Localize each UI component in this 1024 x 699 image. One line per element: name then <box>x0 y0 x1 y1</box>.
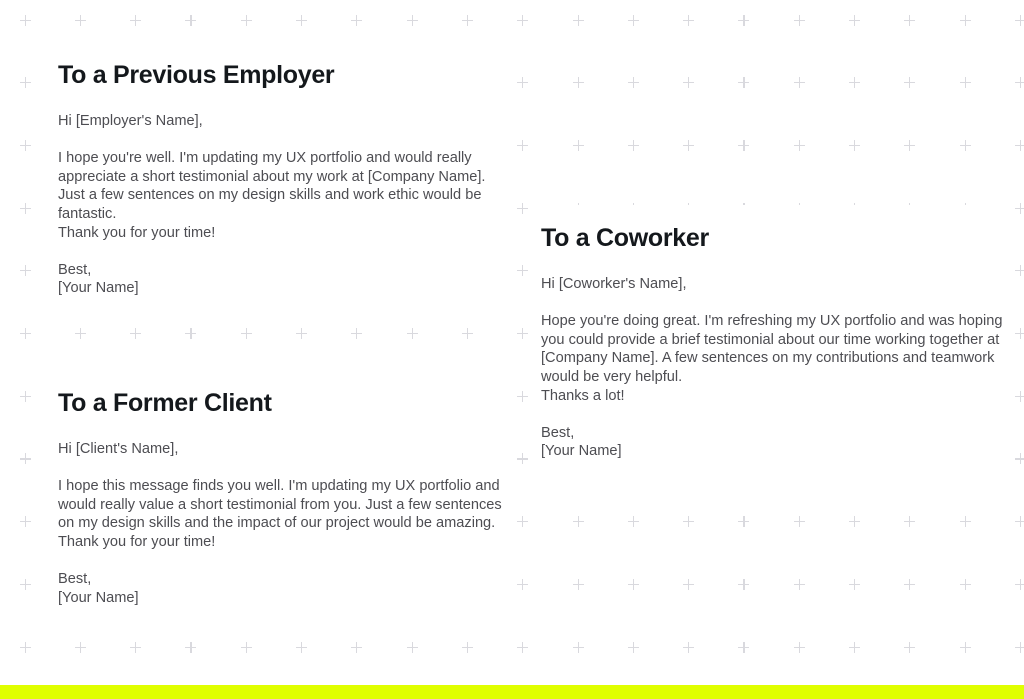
letter-card-coworker: To a Coworker Hi [Coworker's Name], Hope… <box>533 205 1003 495</box>
letter-greeting-former-client: Hi [Client's Name], <box>58 441 179 457</box>
letter-title-previous-employer: To a Previous Employer <box>58 61 335 89</box>
letter-card-previous-employer: To a Previous Employer Hi [Employer's Na… <box>50 42 502 304</box>
letter-title-former-client: To a Former Client <box>58 389 272 417</box>
letter-signoff-coworker: Best, [Your Name] <box>541 424 622 460</box>
bottom-accent-bar <box>0 685 1024 699</box>
letter-body-coworker: Hope you're doing great. I'm refreshing … <box>541 313 1003 404</box>
content-layer: To a Previous Employer Hi [Employer's Na… <box>0 0 1024 699</box>
letter-signoff-previous-employer: Best, [Your Name] <box>58 261 139 297</box>
letter-title-coworker: To a Coworker <box>541 224 709 252</box>
letter-card-former-client: To a Former Client Hi [Client's Name], I… <box>50 370 502 640</box>
letter-greeting-previous-employer: Hi [Employer's Name], <box>58 113 203 129</box>
letter-greeting-coworker: Hi [Coworker's Name], <box>541 276 687 292</box>
letter-body-former-client: I hope this message finds you well. I'm … <box>58 478 502 550</box>
letter-body-previous-employer: I hope you're well. I'm updating my UX p… <box>58 150 486 241</box>
letter-signoff-former-client: Best, [Your Name] <box>58 571 139 606</box>
